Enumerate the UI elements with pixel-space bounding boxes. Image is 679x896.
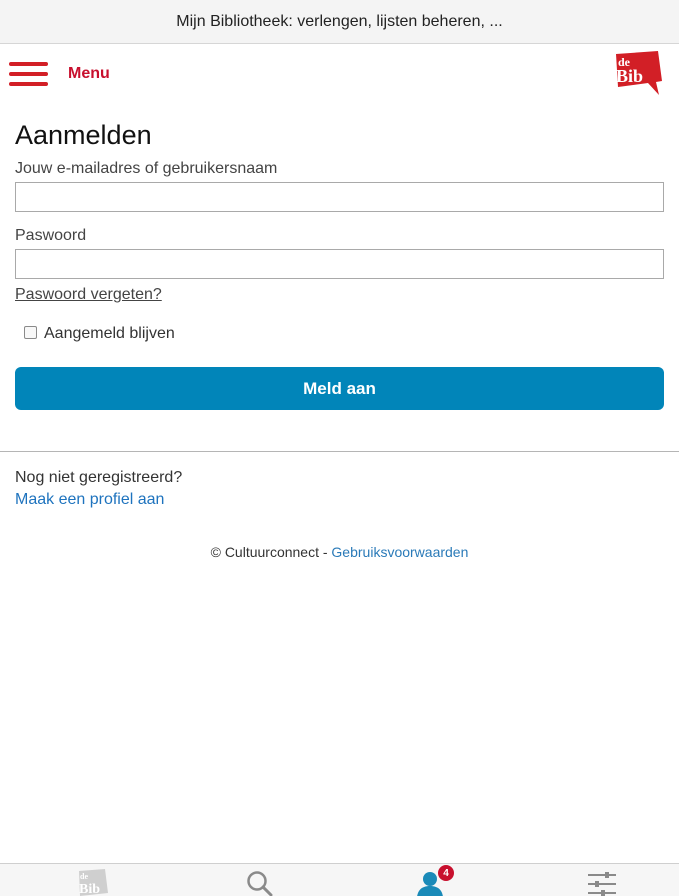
tab-search[interactable] xyxy=(170,864,340,896)
tab-settings[interactable] xyxy=(510,864,679,896)
forgot-password-link[interactable]: Paswoord vergeten? xyxy=(15,286,162,304)
tab-account[interactable] xyxy=(340,864,510,896)
password-input[interactable] xyxy=(15,249,664,279)
login-button[interactable]: Meld aan xyxy=(15,367,664,410)
top-bar-title: Mijn Bibliotheek: verlengen, lijsten beh… xyxy=(176,12,503,30)
tab-home[interactable]: de Bib xyxy=(0,864,170,896)
page-title: Aanmelden xyxy=(15,120,152,150)
register-prompt: Nog niet geregistreerd? xyxy=(15,469,183,486)
menu-button[interactable]: Menu xyxy=(68,65,110,83)
search-icon xyxy=(247,871,273,896)
svg-text:Bib: Bib xyxy=(79,882,100,896)
username-input[interactable] xyxy=(15,182,664,212)
notification-badge: 4 xyxy=(438,865,454,881)
site-header: Menu de Bib xyxy=(0,45,679,107)
terms-link[interactable]: Gebruiksvoorwaarden xyxy=(331,544,468,560)
svg-text:de: de xyxy=(80,872,88,881)
password-label: Paswoord xyxy=(15,227,87,244)
debib-logo[interactable]: de Bib xyxy=(612,51,664,101)
top-bar: Mijn Bibliotheek: verlengen, lijsten beh… xyxy=(0,0,679,44)
username-label: Jouw e-mailadres of gebruikersnaam xyxy=(15,160,278,177)
svg-text:Bib: Bib xyxy=(616,66,643,86)
copyright-text: © Cultuurconnect - xyxy=(210,544,332,560)
hamburger-menu-icon[interactable] xyxy=(9,61,49,91)
create-profile-link[interactable]: Maak een profiel aan xyxy=(15,491,164,509)
remember-me-label[interactable]: Aangemeld blijven xyxy=(44,325,175,343)
remember-me-checkbox[interactable] xyxy=(24,326,37,339)
bib-logo-icon: de Bib xyxy=(79,869,108,896)
divider xyxy=(0,451,679,452)
sliders-icon xyxy=(588,872,616,896)
footer: © Cultuurconnect - Gebruiksvoorwaarden xyxy=(0,544,679,560)
bottom-tab-bar: de Bib xyxy=(0,863,679,896)
